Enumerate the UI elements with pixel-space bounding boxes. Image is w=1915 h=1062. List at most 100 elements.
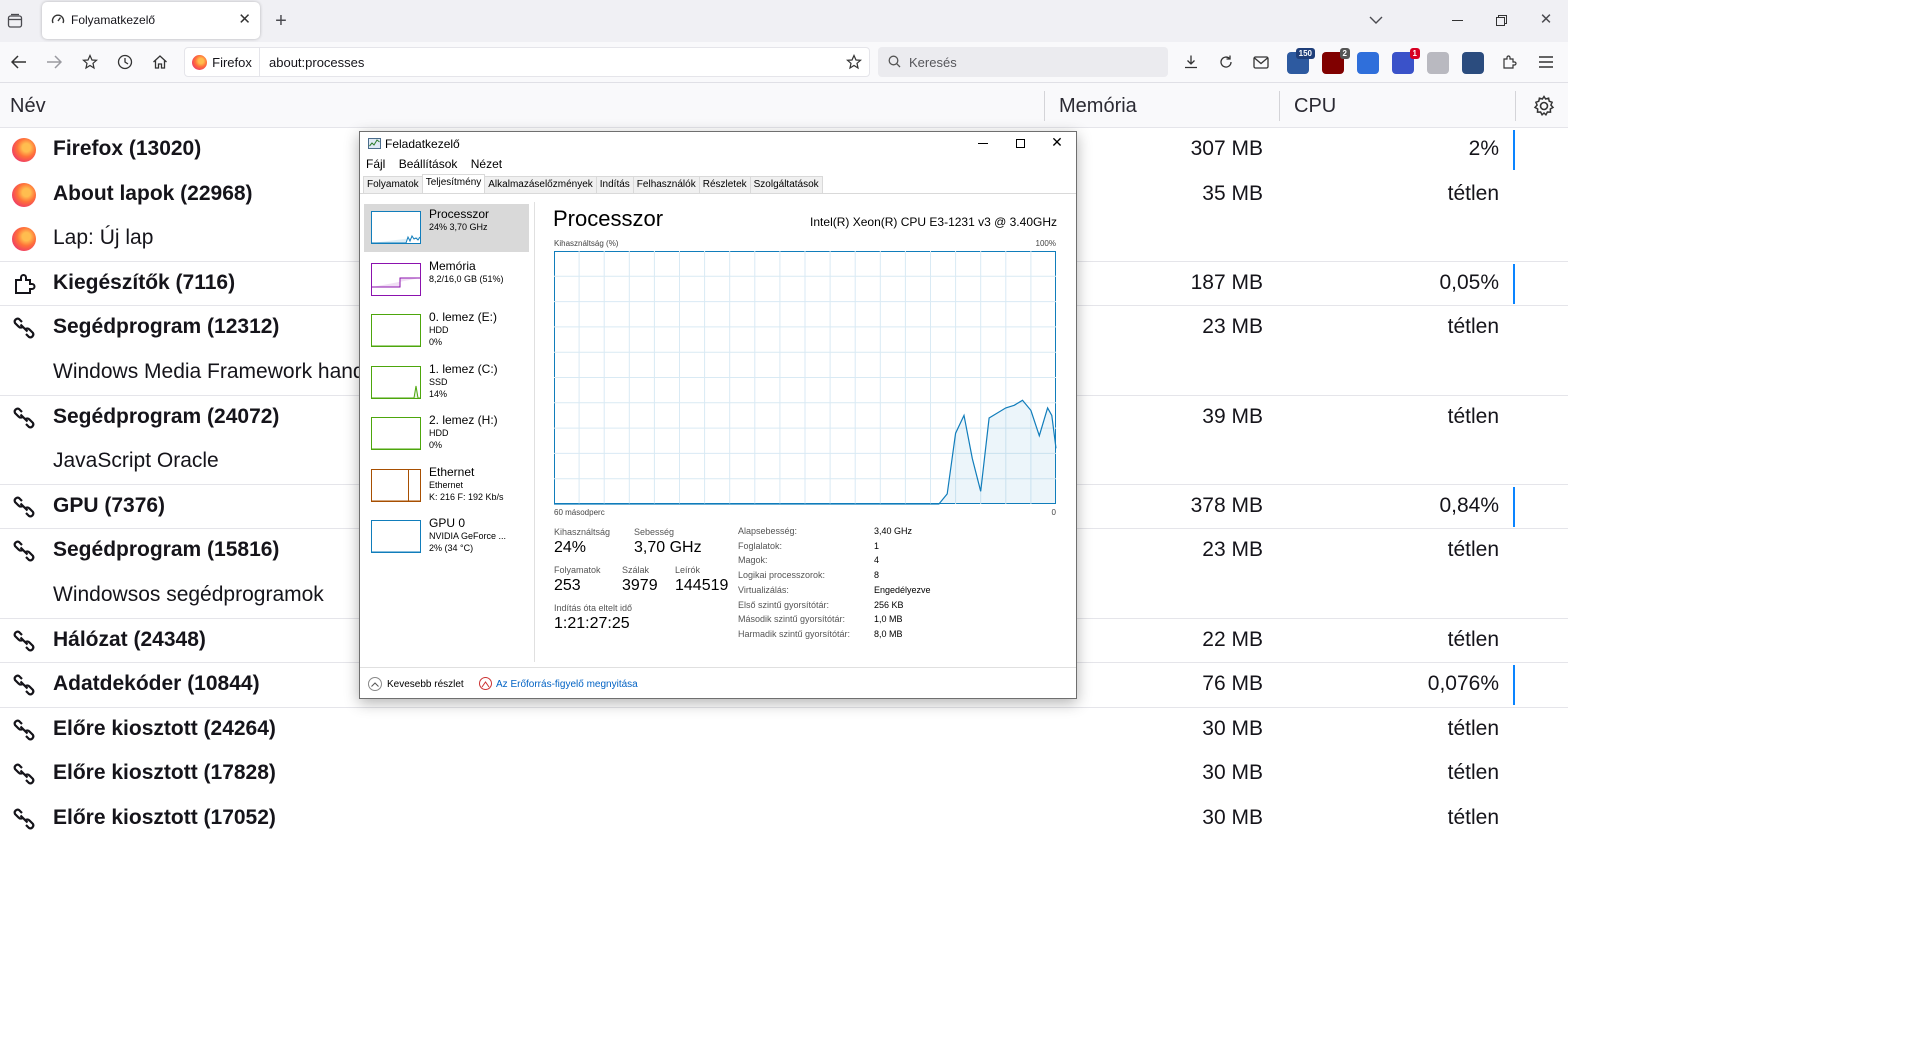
perf-thumbnail — [371, 417, 421, 450]
back-icon[interactable] — [9, 52, 29, 72]
fewer-details-link[interactable]: Kevesebb részlet — [387, 679, 464, 690]
firefox-icon — [12, 138, 36, 162]
list-tabs-icon[interactable] — [1366, 10, 1386, 30]
process-row[interactable]: Előre kiosztott (17828) 30 MB tétlen — [0, 752, 1568, 797]
process-table-header: Név Memória CPU — [0, 83, 1568, 128]
open-resource-monitor-link[interactable]: Az Erőforrás-figyelő megnyitása — [496, 679, 638, 690]
column-cpu-header[interactable]: CPU — [1294, 95, 1336, 118]
restore-icon[interactable] — [1491, 10, 1511, 30]
process-name: Segédprogram (12312) — [53, 315, 280, 339]
tm-tab[interactable]: Részletek — [698, 176, 751, 194]
extension-badge: 2 — [1339, 48, 1350, 59]
process-memory: 378 MB — [1190, 493, 1263, 517]
process-name: Lap: Új lap — [53, 226, 154, 250]
url-bar[interactable]: Firefox about:processes — [184, 47, 870, 77]
close-window-icon[interactable]: ✕ — [1536, 9, 1556, 29]
tm-tab[interactable]: Felhasználók — [632, 176, 700, 194]
task-manager-window[interactable]: Feladatkezelő ✕ Fájl Beállítások Nézet F… — [359, 131, 1077, 699]
fewer-details-chevron-icon[interactable] — [368, 677, 382, 691]
spec-value: 1 — [874, 540, 880, 551]
perf-sidebar-item[interactable]: 1. lemez (C:) SSD 14% — [364, 359, 529, 407]
spec-value: 256 KB — [874, 599, 904, 610]
performance-panel: Processzor 24% 3,70 GHz Memória 8,2/16,0 GB… — [360, 193, 1076, 666]
perf-sidebar-item[interactable]: Ethernet Ethernet K: 216 F: 192 Kb/s — [364, 462, 529, 510]
menu-file[interactable]: Fájl — [366, 157, 385, 171]
perf-sidebar-item[interactable]: 0. lemez (E:) HDD 0% — [364, 307, 529, 355]
column-memory-header[interactable]: Memória — [1059, 95, 1137, 118]
extensions-puzzle-icon[interactable] — [1499, 52, 1519, 72]
tm-tabs: Folyamatok Teljesítmény Alkalmazáselőzmény… — [363, 174, 823, 194]
tm-tab[interactable]: Alkalmazáselőzmények — [484, 176, 597, 194]
extension-d-icon[interactable]: 1 — [1392, 48, 1420, 74]
cpu-usage-chart — [554, 251, 1057, 505]
process-memory: 187 MB — [1190, 270, 1263, 294]
perf-sidebar-item[interactable]: GPU 0 NVIDIA GeForce ... 2% (34 °C) — [364, 513, 529, 561]
utilization-label: Kihasználtság — [554, 527, 611, 537]
extension-e-icon[interactable] — [1427, 52, 1449, 74]
cpu-activity-bar — [1513, 130, 1515, 170]
menu-view[interactable]: Nézet — [471, 157, 502, 171]
perf-sidebar-item[interactable]: Processzor 24% 3,70 GHz — [364, 204, 529, 252]
forward-icon[interactable] — [44, 52, 64, 72]
close-tab-icon[interactable]: ✕ — [238, 10, 251, 28]
new-tab-icon[interactable]: + — [270, 10, 292, 32]
utilization-value: 24% — [554, 539, 587, 556]
perf-sidebar-item[interactable]: Memória 8,2/16,0 GB (51%) — [364, 256, 529, 304]
home-icon[interactable] — [150, 52, 170, 72]
tm-close-icon[interactable]: ✕ — [1050, 134, 1064, 150]
process-name: Hálózat (24348) — [53, 627, 206, 651]
cpu-model-name: Intel(R) Xeon(R) CPU E3-1231 v3 @ 3.40GH… — [810, 215, 1057, 229]
gear-icon[interactable] — [1531, 93, 1557, 119]
processes-label: Folyamatok — [554, 565, 601, 575]
search-icon — [887, 54, 901, 68]
process-memory: 76 MB — [1202, 672, 1263, 696]
perf-item-usage: K: 216 F: 192 Kb/s — [429, 491, 504, 502]
process-name: Segédprogram (15816) — [53, 538, 280, 562]
process-name: Előre kiosztott (17052) — [53, 806, 276, 829]
url-text[interactable]: about:processes — [269, 55, 364, 70]
process-row[interactable]: Előre kiosztott (17052) 30 MB tétlen — [0, 797, 1568, 842]
process-cpu: 0,076% — [1427, 672, 1499, 696]
column-name-header[interactable]: Név — [10, 95, 46, 118]
task-manager-app-icon — [368, 138, 381, 149]
uptime-value: 1:21:27:25 — [554, 615, 630, 632]
link-icon — [12, 629, 36, 653]
process-cpu: tétlen — [1447, 806, 1499, 829]
spec-value: 1,0 MB — [874, 614, 903, 625]
process-row[interactable]: Előre kiosztott (24264) 30 MB tétlen — [0, 708, 1568, 753]
minimize-icon[interactable] — [1447, 10, 1467, 30]
firefox-view-icon[interactable] — [4, 10, 26, 32]
handles-label: Leírók — [675, 565, 701, 575]
search-bar[interactable]: Keresés — [878, 47, 1168, 77]
link-icon — [12, 762, 36, 786]
process-cpu: tétlen — [1447, 761, 1499, 785]
chart-time-span-label: 60 másodperc — [554, 508, 605, 517]
downloads-icon[interactable] — [1181, 52, 1201, 72]
menu-options[interactable]: Beállítások — [399, 157, 458, 171]
history-icon[interactable] — [115, 52, 135, 72]
process-name: Windows Media Framework handler — [53, 360, 388, 383]
tm-tab[interactable]: Indítás — [595, 176, 634, 194]
tm-maximize-icon[interactable] — [1013, 136, 1027, 150]
task-manager-titlebar[interactable]: Feladatkezelő ✕ — [360, 132, 1076, 156]
tm-tab[interactable]: Folyamatok — [363, 176, 423, 194]
identity-box[interactable]: Firefox — [185, 48, 260, 76]
link-icon — [12, 718, 36, 742]
reload-icon[interactable] — [1216, 52, 1236, 72]
menu-hamburger-icon[interactable] — [1536, 52, 1556, 72]
translate-icon[interactable] — [1357, 52, 1379, 74]
link-icon — [12, 807, 36, 831]
tm-tab[interactable]: Szolgáltatások — [749, 176, 823, 194]
extension-f-icon[interactable] — [1462, 52, 1484, 74]
bookmark-star-icon[interactable] — [845, 53, 863, 71]
perf-thumbnail-line — [372, 277, 420, 287]
bookmarks-star-icon[interactable] — [80, 52, 100, 72]
perf-sidebar-item[interactable]: 2. lemez (H:) HDD 0% — [364, 410, 529, 458]
ublock-icon[interactable]: 2 — [1322, 48, 1350, 74]
tm-minimize-icon[interactable] — [976, 136, 990, 150]
tm-footer: Kevesebb részlet Az Erőforrás-figyelő me… — [360, 667, 1076, 699]
tab-processes[interactable]: Folyamatkezelő ✕ — [42, 2, 260, 39]
extension-a-icon[interactable]: 150 — [1287, 48, 1315, 74]
mail-icon[interactable] — [1251, 52, 1271, 72]
tm-tab[interactable]: Teljesítmény — [421, 174, 486, 194]
